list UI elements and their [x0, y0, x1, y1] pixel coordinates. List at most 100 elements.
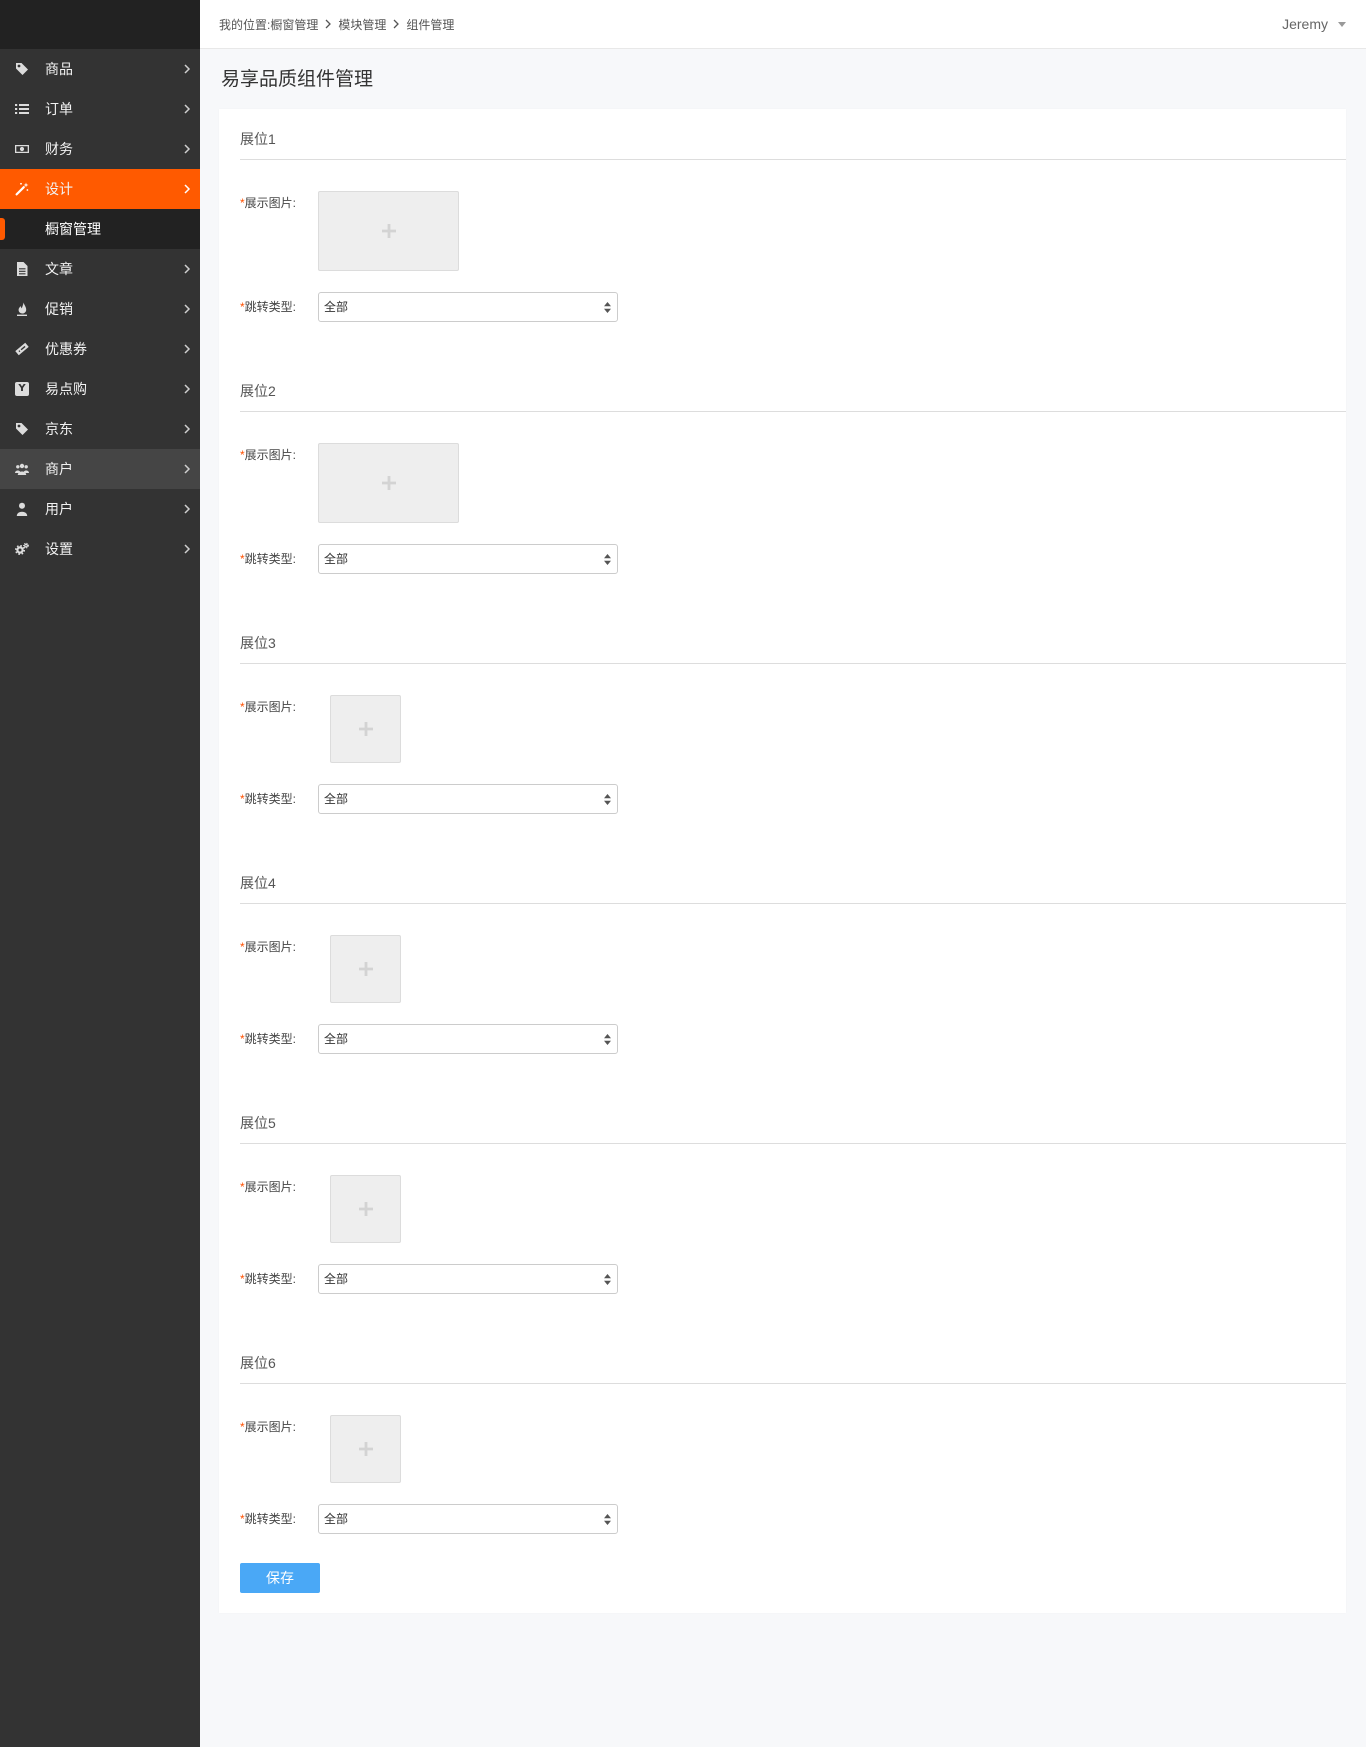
- sidebar-item-merchants[interactable]: 商户: [0, 449, 200, 489]
- sidebar-item-goods[interactable]: 商品: [0, 49, 200, 89]
- jump-type-select[interactable]: 全部: [318, 1264, 618, 1294]
- jump-type-label: *跳转类型:: [240, 1509, 318, 1529]
- sidebar-item-label: 财务: [45, 141, 73, 157]
- slot-section-5: 展位5 *展示图片: *跳转类型: 全部: [240, 1112, 1346, 1294]
- jump-type-select[interactable]: 全部: [318, 544, 618, 574]
- document-icon: [17, 262, 28, 276]
- image-upload-button[interactable]: [318, 191, 459, 271]
- slot-title: 展位4: [240, 872, 1346, 904]
- jump-type-label-text: 跳转类型:: [244, 792, 297, 806]
- ticket-icon: [15, 342, 29, 356]
- image-upload-button[interactable]: [318, 443, 459, 523]
- jump-type-label-text: 跳转类型:: [244, 1272, 297, 1286]
- sort-arrows-icon: [604, 794, 611, 805]
- y-badge-icon: Y: [15, 382, 29, 396]
- chevron-right-icon: [325, 19, 332, 29]
- slot-title: 展位3: [240, 632, 1346, 664]
- chevron-right-icon: [184, 64, 191, 74]
- jump-type-value: 全部: [324, 300, 349, 314]
- sidebar-item-orders[interactable]: 订单: [0, 89, 200, 129]
- jump-type-value: 全部: [324, 792, 349, 806]
- sort-arrows-icon: [604, 1274, 611, 1285]
- gears-icon: [15, 542, 29, 556]
- sidebar-subitem-label: 橱窗管理: [45, 221, 101, 237]
- sidebar-item-yidiangou[interactable]: Y 易点购: [0, 369, 200, 409]
- sidebar-item-label: 促销: [45, 301, 73, 317]
- chevron-right-icon: [184, 144, 191, 154]
- sidebar-item-design[interactable]: 设计: [0, 169, 200, 209]
- image-upload-button[interactable]: [330, 695, 401, 763]
- image-field-label: *展示图片:: [240, 443, 318, 465]
- image-upload-button[interactable]: [330, 1175, 401, 1243]
- sidebar-item-jd[interactable]: 京东: [0, 409, 200, 449]
- jump-type-select[interactable]: 全部: [318, 1504, 618, 1534]
- chevron-right-icon: [184, 304, 191, 314]
- slot-section-4: 展位4 *展示图片: *跳转类型: 全部: [240, 872, 1346, 1054]
- sidebar-item-promotions[interactable]: 促销: [0, 289, 200, 329]
- image-upload-button[interactable]: [330, 1415, 401, 1483]
- user-name: Jeremy: [1282, 16, 1328, 32]
- image-field-label: *展示图片:: [240, 1415, 318, 1437]
- breadcrumb-item[interactable]: 模块管理: [338, 16, 386, 33]
- plus-icon: [381, 476, 396, 490]
- sort-arrows-icon: [604, 1034, 611, 1045]
- page-title: 易享品质组件管理: [221, 69, 374, 90]
- sidebar-item-users[interactable]: 用户: [0, 489, 200, 529]
- slot-title: 展位5: [240, 1112, 1346, 1144]
- sidebar-item-label: 商品: [45, 61, 73, 77]
- breadcrumb-item[interactable]: 橱窗管理: [270, 16, 318, 33]
- magic-wand-icon: [15, 182, 29, 196]
- save-button[interactable]: 保存: [240, 1563, 320, 1593]
- sidebar-item-articles[interactable]: 文章: [0, 249, 200, 289]
- sidebar-item-settings[interactable]: 设置: [0, 529, 200, 569]
- user-menu[interactable]: Jeremy: [1282, 0, 1346, 48]
- jump-type-label: *跳转类型:: [240, 549, 318, 569]
- image-field-label: *展示图片:: [240, 935, 318, 957]
- user-icon: [16, 502, 28, 516]
- fire-icon: [17, 302, 27, 316]
- jump-type-label: *跳转类型:: [240, 297, 318, 317]
- sidebar-item-label: 优惠券: [45, 341, 87, 357]
- sidebar-item-label: 用户: [45, 501, 73, 517]
- sidebar-item-label: 京东: [45, 421, 73, 437]
- image-label-text: 展示图片:: [244, 1420, 297, 1434]
- jump-type-field: *跳转类型: 全部: [240, 544, 1346, 574]
- jump-type-value: 全部: [324, 1512, 349, 1526]
- image-label-text: 展示图片:: [244, 940, 297, 954]
- list-icon: [15, 104, 29, 114]
- chevron-right-icon: [393, 19, 400, 29]
- jump-type-select[interactable]: 全部: [318, 784, 618, 814]
- chevron-right-icon: [184, 184, 191, 194]
- image-label-text: 展示图片:: [244, 700, 297, 714]
- jump-type-select[interactable]: 全部: [318, 292, 618, 322]
- jump-type-label-text: 跳转类型:: [244, 1512, 297, 1526]
- plus-icon: [358, 1442, 373, 1456]
- slot-title: 展位1: [240, 128, 1346, 160]
- image-upload-button[interactable]: [330, 935, 401, 1003]
- money-icon: [15, 145, 29, 153]
- chevron-right-icon: [184, 344, 191, 354]
- chevron-right-icon: [184, 504, 191, 514]
- users-icon: [15, 463, 29, 475]
- chevron-right-icon: [184, 464, 191, 474]
- slot-section-1: 展位1 *展示图片: *跳转类型: 全部: [240, 128, 1346, 322]
- sidebar-item-finance[interactable]: 财务: [0, 129, 200, 169]
- image-label-text: 展示图片:: [244, 196, 297, 210]
- chevron-right-icon: [184, 384, 191, 394]
- plus-icon: [381, 224, 396, 238]
- chevron-right-icon: [184, 264, 191, 274]
- image-label-text: 展示图片:: [244, 1180, 297, 1194]
- sidebar-item-coupons[interactable]: 优惠券: [0, 329, 200, 369]
- jump-type-label-text: 跳转类型:: [244, 1032, 297, 1046]
- jump-type-label: *跳转类型:: [240, 789, 318, 809]
- sort-arrows-icon: [604, 302, 611, 313]
- breadcrumb: 我的位置: 橱窗管理 模块管理 组件管理: [219, 0, 454, 48]
- slot-title: 展位6: [240, 1352, 1346, 1384]
- plus-icon: [358, 962, 373, 976]
- slot-section-3: 展位3 *展示图片: *跳转类型: 全部: [240, 632, 1346, 814]
- image-field-label: *展示图片:: [240, 695, 318, 717]
- sidebar: 商品 订单 财务 设计 橱窗管理 文章 促销 优惠券 Y 易点购 京东 商户 用…: [0, 0, 200, 1747]
- sidebar-logo-area: [0, 0, 200, 49]
- jump-type-select[interactable]: 全部: [318, 1024, 618, 1054]
- sidebar-subitem-showcase[interactable]: 橱窗管理: [0, 209, 200, 249]
